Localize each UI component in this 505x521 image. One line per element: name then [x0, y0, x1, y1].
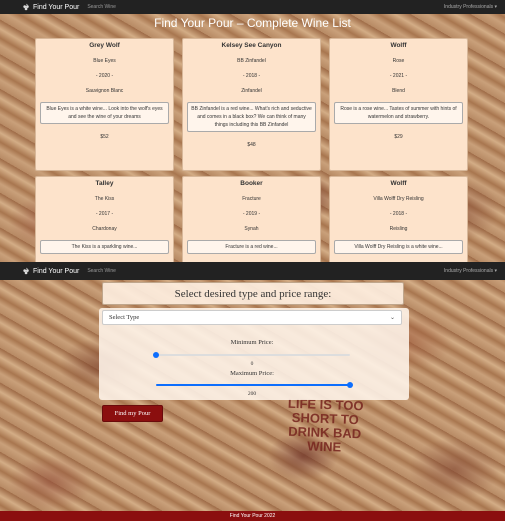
- winery-name: Wolff: [390, 180, 407, 187]
- wine-description: BB Zinfandel is a red wine... What's ric…: [187, 102, 316, 132]
- find-my-pour-button[interactable]: Find my Pour: [102, 405, 163, 422]
- winery-name: Grey Wolf: [89, 42, 120, 49]
- wine-year: - 2021 -: [389, 73, 408, 79]
- winery-name: Booker: [240, 180, 263, 187]
- select-value: Select Type: [109, 314, 140, 321]
- wine-description: Rose is a rose wine... Tastes of summer …: [334, 102, 463, 124]
- footer: Find Your Pour 2022: [0, 511, 505, 521]
- wine-name: Rose: [392, 58, 405, 64]
- wine-name: Blue Eyes: [93, 58, 116, 64]
- form-title: Select desired type and price range:: [102, 282, 404, 305]
- wine-year: - 2017 -: [95, 211, 114, 217]
- wine-varietal: Reisling: [389, 226, 408, 232]
- max-price-label: Maximum Price:: [230, 370, 274, 377]
- wine-type-select[interactable]: Select Type ⌄: [102, 310, 402, 325]
- winery-name: Talley: [95, 180, 114, 187]
- wine-price: $52: [100, 134, 109, 140]
- wine-varietal: Synah: [244, 226, 259, 232]
- winery-name: Kelsey See Canyon: [221, 42, 282, 49]
- max-price-slider-fill: [156, 384, 350, 386]
- wine-card[interactable]: Grey Wolf Blue Eyes - 2020 - Sauvignon B…: [35, 38, 174, 171]
- grapes-icon: [23, 267, 29, 274]
- min-price-slider[interactable]: [153, 351, 350, 358]
- wine-year: - 2020 -: [95, 73, 114, 79]
- max-price-slider[interactable]: [156, 381, 353, 388]
- winery-name: Wolff: [390, 42, 407, 49]
- wine-description: The Kiss is a sparkling wine...: [40, 240, 169, 254]
- chevron-down-icon: ⌄: [389, 315, 395, 321]
- industry-professionals-dropdown[interactable]: Industry Professionals ▾: [444, 4, 497, 10]
- wine-card[interactable]: Wolff Rose - 2021 - Blend Rose is a rose…: [329, 38, 468, 171]
- wine-card[interactable]: Booker Fracture - 2019 - Synah Fracture …: [182, 176, 321, 262]
- wine-price: $29: [394, 134, 403, 140]
- wine-name: BB Zinfandel: [237, 58, 266, 64]
- brand-link[interactable]: Find Your Pour: [22, 3, 79, 12]
- wine-card[interactable]: Kelsey See Canyon BB Zinfandel - 2018 - …: [182, 38, 321, 171]
- wine-card[interactable]: Talley The Kiss - 2017 - Chardonay The K…: [35, 176, 174, 262]
- page-title: Find Your Pour – Complete Wine List: [154, 16, 351, 30]
- wine-description: Villa Wolff Dry Reisling is a white wine…: [334, 240, 463, 254]
- industry-professionals-dropdown[interactable]: Industry Professionals ▾: [444, 268, 497, 274]
- search-wine-link[interactable]: Search Wine: [87, 4, 116, 10]
- brand-link[interactable]: Find Your Pour: [22, 267, 79, 276]
- wine-name: Villa Wolff Dry Reisling: [373, 196, 424, 202]
- wine-varietal: Blend: [392, 88, 405, 94]
- grapes-icon: [23, 3, 29, 10]
- brand-text: Find Your Pour: [33, 3, 80, 11]
- wine-year: - 2018 -: [389, 211, 408, 217]
- min-price-label: Minimum Price:: [230, 339, 274, 346]
- max-price-slider-thumb[interactable]: [347, 381, 353, 388]
- min-price-slider-thumb[interactable]: [153, 351, 159, 358]
- wine-name: Fracture: [242, 196, 261, 202]
- wine-year: - 2019 -: [242, 211, 261, 217]
- brand-text: Find Your Pour: [33, 267, 80, 275]
- wine-price: $48: [247, 142, 256, 148]
- wine-varietal: Chardonay: [92, 226, 117, 232]
- wine-list-page: Find Your Pour Search Wine Industry Prof…: [0, 0, 505, 262]
- min-price-value: 0: [250, 361, 254, 367]
- wine-varietal: Zinfandel: [241, 88, 262, 94]
- wine-description: Fracture is a red wine...: [187, 240, 316, 254]
- search-wine-link[interactable]: Search Wine: [87, 268, 116, 274]
- navbar: Find Your Pour Search Wine Industry Prof…: [0, 262, 505, 280]
- wine-varietal: Sauvignon Blanc: [85, 88, 124, 94]
- cork-slogan: LIFE IS TOO SHORT TO DRINK BAD WINE: [287, 395, 364, 455]
- navbar: Find Your Pour Search Wine Industry Prof…: [0, 0, 505, 14]
- wine-card[interactable]: Wolff Villa Wolff Dry Reisling - 2018 - …: [329, 176, 468, 262]
- wine-year: - 2018 -: [242, 73, 261, 79]
- max-price-value: 200: [247, 391, 257, 397]
- wine-name: The Kiss: [94, 196, 115, 202]
- wine-description: Blue Eyes is a white wine... Look into t…: [40, 102, 169, 124]
